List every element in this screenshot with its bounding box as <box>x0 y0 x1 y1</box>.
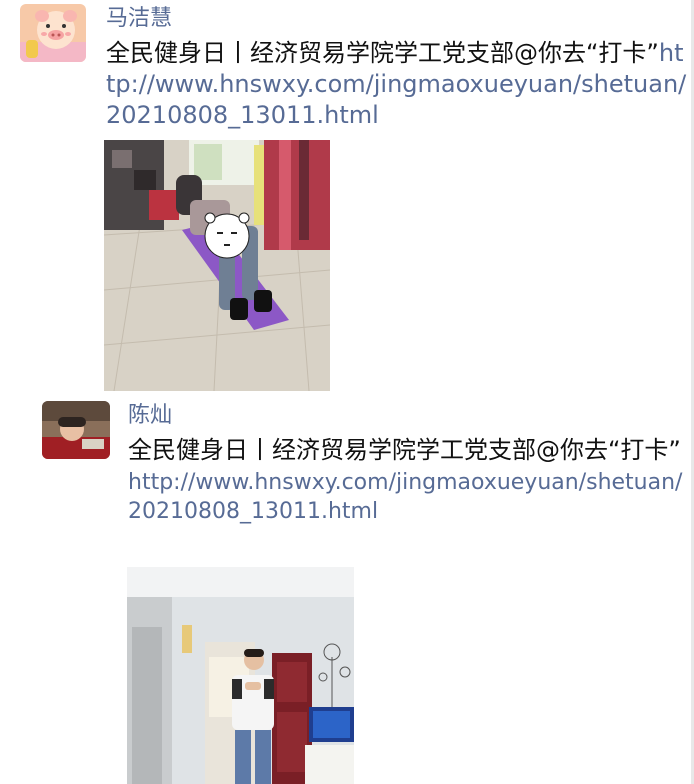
author-name[interactable]: 陈灿 <box>128 403 172 429</box>
moment-post: 马洁慧 全民健身日丨经济贸易学院学工党支部@你去“打卡”http://www.h… <box>0 0 694 395</box>
post-text: 全民健身日丨经济贸易学院学工党支部@你去“打卡” http://www.hnsw… <box>128 435 688 526</box>
moments-feed: { "posts": [ { "author": "马洁慧", "text": … <box>0 0 694 784</box>
person-photo-avatar-icon <box>42 401 110 459</box>
avatar[interactable] <box>20 4 86 62</box>
avatar[interactable] <box>42 401 110 459</box>
author-name[interactable]: 马洁慧 <box>106 6 172 32</box>
post-photo[interactable] <box>104 140 330 391</box>
post-text-body: 全民健身日丨经济贸易学院学工党支部@你去“打卡” <box>128 436 681 464</box>
post-text-body: 全民健身日丨经济贸易学院学工党支部@你去“打卡” <box>106 39 659 67</box>
cartoon-pig-avatar-icon <box>20 4 86 62</box>
moment-post: 陈灿 全民健身日丨经济贸易学院学工党支部@你去“打卡” http://www.h… <box>0 395 694 784</box>
yoga-mat-photo <box>104 140 330 391</box>
post-photo[interactable] <box>127 567 354 784</box>
living-room-photo <box>127 567 354 784</box>
post-link[interactable]: http://www.hnswxy.com/jingmaoxueyuan/she… <box>128 468 688 526</box>
post-text: 全民健身日丨经济贸易学院学工党支部@你去“打卡”http://www.hnswx… <box>106 38 689 131</box>
